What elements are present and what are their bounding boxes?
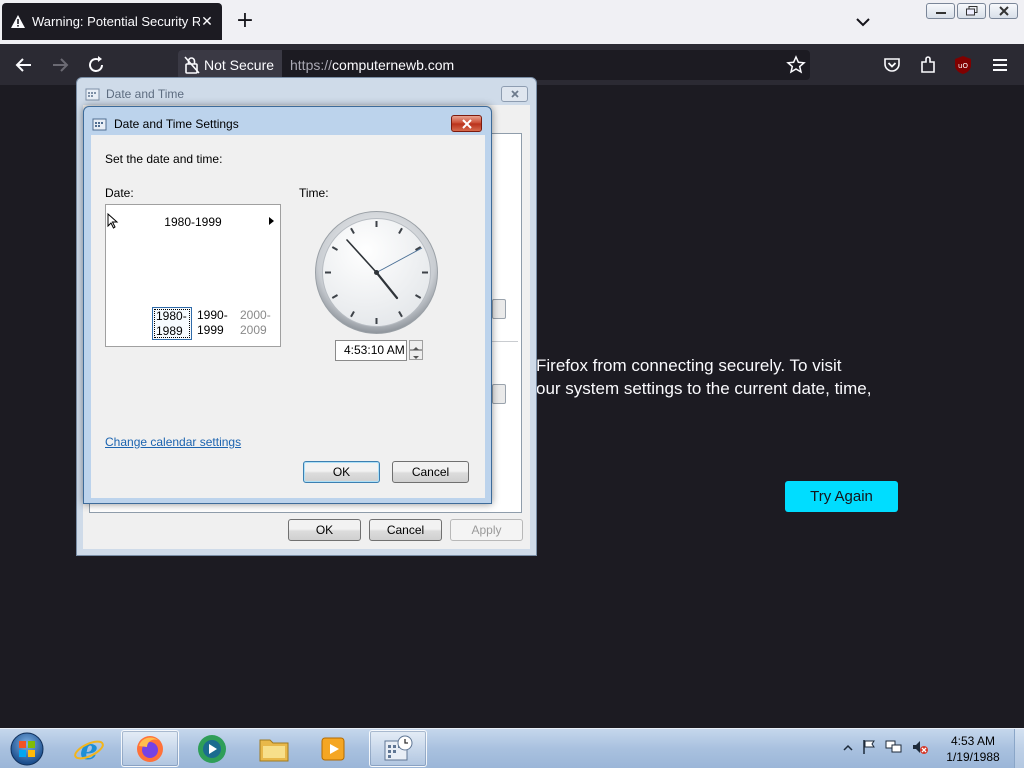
taskbar-firefox[interactable]: [121, 730, 179, 767]
media-player-icon: [321, 737, 345, 760]
list-all-tabs-icon[interactable]: [852, 12, 874, 32]
action-center-flag-icon[interactable]: [861, 739, 877, 758]
back-icon[interactable]: [13, 54, 35, 76]
url-host: computernewb.com: [332, 57, 455, 73]
warning-icon: [11, 14, 25, 28]
taskbar-media-center[interactable]: [183, 730, 241, 767]
security-label: Not Secure: [204, 57, 275, 73]
security-indicator[interactable]: Not Secure: [178, 50, 282, 80]
dialog-title: Date and Time Settings: [114, 117, 239, 131]
hidden-button-edge[interactable]: [492, 299, 506, 319]
new-tab-button[interactable]: +: [232, 9, 258, 35]
decade-1990-1999[interactable]: 1990- 1999: [194, 307, 234, 340]
settings-ok-button[interactable]: OK: [303, 461, 380, 483]
folder-icon: [259, 739, 289, 761]
svg-text:e: e: [80, 733, 98, 765]
calendar-control[interactable]: 1980-1999 1980- 1989 1990- 1999 2000- 20…: [105, 204, 281, 347]
start-orb-icon[interactable]: [4, 730, 50, 768]
error-text-line: our system settings to the current date,…: [536, 379, 872, 398]
error-text-line: Firefox from connecting securely. To vis…: [536, 356, 842, 375]
url-text[interactable]: https://computernewb.com: [290, 57, 454, 73]
calendar-clock-icon: [85, 88, 100, 101]
media-center-icon: [198, 734, 226, 763]
analog-clock: [315, 211, 438, 334]
pocket-icon[interactable]: [881, 54, 903, 76]
decade-line: 1980-: [156, 309, 187, 323]
dialog-caption: Date and Time Settings: [92, 116, 239, 132]
minimize-button[interactable]: [926, 3, 955, 19]
show-hidden-icons-icon[interactable]: [843, 742, 853, 756]
time-label: Time:: [299, 186, 329, 200]
close-icon: [461, 118, 472, 129]
inner-close-button[interactable]: [451, 115, 482, 132]
notification-area: [843, 739, 937, 758]
clock-date: 1/19/1988: [946, 750, 1000, 764]
dialog-title: Date and Time: [106, 87, 185, 101]
decade-line: 1990-: [197, 308, 228, 322]
reload-icon[interactable]: [85, 54, 107, 76]
decade-line: 2009: [240, 323, 267, 337]
network-icon[interactable]: [885, 739, 903, 758]
tab-security-warning[interactable]: Warning: Potential Security Risk ✕: [2, 3, 222, 40]
decade-1980-1989[interactable]: 1980- 1989: [152, 307, 192, 340]
bookmark-star-icon[interactable]: [786, 55, 806, 75]
spin-down-icon[interactable]: [409, 350, 423, 360]
forward-icon[interactable]: [49, 54, 71, 76]
time-input[interactable]: 4:53:10 AM: [335, 340, 407, 361]
error-description: Firefox from connecting securely. To vis…: [536, 354, 871, 400]
outer-cancel-button[interactable]: Cancel: [369, 519, 442, 541]
instruction-text: Set the date and time:: [105, 152, 223, 166]
close-icon: [511, 90, 519, 98]
svg-text:uO: uO: [958, 62, 968, 70]
calendar-header[interactable]: 1980-1999: [106, 215, 280, 229]
calendar-next-icon[interactable]: [269, 217, 274, 225]
time-spinner[interactable]: [409, 340, 423, 360]
taskbar-file-explorer[interactable]: [245, 730, 303, 767]
calendar-clock-icon: [384, 735, 413, 760]
taskbar-internet-explorer[interactable]: e: [60, 730, 118, 767]
apply-button[interactable]: Apply: [450, 519, 523, 541]
settings-client-area: Set the date and time: Date: Time: 1980-…: [91, 135, 485, 498]
show-desktop-button[interactable]: [1014, 729, 1024, 768]
url-bar[interactable]: Not Secure https://computernewb.com: [178, 50, 810, 80]
extensions-icon[interactable]: [917, 54, 939, 76]
taskbar: e 4:53 AM 1/19/1988: [0, 728, 1024, 768]
dialog-caption: Date and Time: [85, 86, 184, 102]
ublock-origin-icon[interactable]: uO: [952, 54, 974, 76]
outer-ok-button[interactable]: OK: [288, 519, 361, 541]
volume-muted-icon[interactable]: [911, 739, 929, 758]
settings-cancel-button[interactable]: Cancel: [392, 461, 469, 483]
tab-strip: Warning: Potential Security Risk ✕ +: [0, 0, 1024, 44]
url-scheme: https://: [290, 57, 333, 73]
decade-line: 2000-: [240, 308, 271, 322]
change-calendar-settings-link[interactable]: Change calendar settings: [105, 435, 241, 449]
internet-explorer-icon: e: [74, 733, 104, 765]
decade-line: 1989: [156, 324, 183, 338]
system-clock[interactable]: 4:53 AM 1/19/1988: [936, 733, 1010, 765]
taskbar-date-time-settings[interactable]: [369, 730, 427, 767]
decade-2000-2009[interactable]: 2000- 2009: [237, 307, 277, 340]
separator: [492, 341, 518, 342]
decade-line: 1999: [197, 323, 224, 337]
tab-close-icon[interactable]: ✕: [200, 14, 214, 30]
try-again-button[interactable]: Try Again: [785, 481, 898, 512]
calendar-clock-icon: [92, 118, 107, 131]
window-close-button[interactable]: [989, 3, 1018, 19]
spin-up-icon[interactable]: [409, 340, 423, 350]
clock-time: 4:53 AM: [950, 734, 996, 748]
outer-close-button[interactable]: [501, 86, 528, 102]
date-and-time-settings-dialog: Date and Time Settings Set the date and …: [83, 106, 492, 504]
tab-title: Warning: Potential Security Risk: [32, 14, 200, 29]
menu-icon[interactable]: [989, 54, 1011, 76]
date-label: Date:: [105, 186, 134, 200]
firefox-icon: [137, 735, 163, 762]
lock-warning-icon: [184, 56, 200, 74]
hidden-button-edge[interactable]: [492, 384, 506, 404]
restore-button[interactable]: [957, 3, 986, 19]
taskbar-media-player[interactable]: [305, 730, 363, 767]
